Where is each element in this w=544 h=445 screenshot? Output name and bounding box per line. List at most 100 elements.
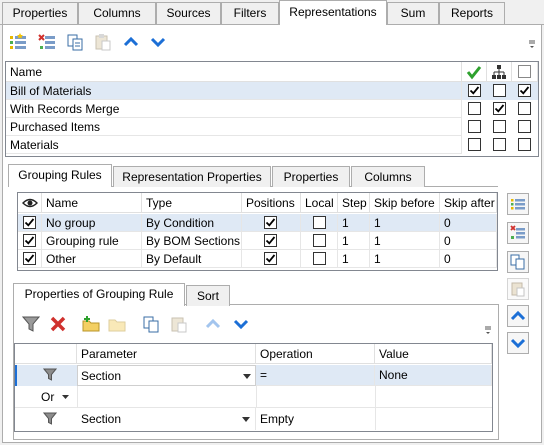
tab-properties-of-grouping-rule[interactable]: Properties of Grouping Rule — [13, 283, 185, 306]
cell-step[interactable]: 1 — [338, 214, 370, 232]
cell-step[interactable]: 1 — [338, 232, 370, 250]
column-header-logic[interactable] — [15, 344, 77, 364]
cell-skip-after[interactable]: 0 — [440, 232, 497, 250]
column-header-operation[interactable]: Operation — [256, 344, 375, 364]
local-checkbox[interactable] — [313, 216, 326, 229]
tab-grouping-rules[interactable]: Grouping Rules — [8, 164, 112, 187]
parameter-dropdown[interactable]: Section — [77, 408, 256, 430]
visible-checkbox[interactable] — [23, 216, 36, 229]
structure-checkbox[interactable] — [493, 120, 506, 133]
parameter-dropdown[interactable]: Section — [77, 365, 256, 386]
column-header-type[interactable]: Type — [142, 193, 242, 213]
column-header-skip-before[interactable]: Skip before — [370, 193, 440, 213]
tab-filters[interactable]: Filters — [221, 2, 279, 24]
column-header-enabled[interactable] — [462, 62, 487, 82]
copy-condition-button[interactable] — [141, 314, 161, 334]
positions-checkbox[interactable] — [264, 216, 277, 229]
tab-sum[interactable]: Sum — [387, 2, 439, 24]
chevron-down-icon — [233, 319, 249, 330]
column-header-value[interactable]: Value — [375, 344, 492, 364]
tab-sources[interactable]: Sources — [156, 2, 221, 24]
positions-checkbox[interactable] — [264, 234, 277, 247]
toolbar-overflow-icon[interactable] — [528, 38, 536, 50]
tab-properties-sub[interactable]: Properties — [272, 166, 350, 187]
cell-type[interactable]: By Condition — [142, 214, 242, 232]
copy-rule-button[interactable] — [507, 251, 529, 273]
column-header-name[interactable]: Name — [42, 193, 142, 213]
table-row-name[interactable]: With Records Merge — [6, 100, 462, 118]
add-rule-button[interactable] — [507, 193, 529, 215]
move-up-button[interactable] — [121, 32, 141, 52]
move-down-button[interactable] — [148, 32, 168, 52]
toolbar-overflow-icon[interactable] — [484, 324, 492, 336]
condition-move-down-button[interactable] — [231, 314, 251, 334]
structure-checkbox[interactable] — [493, 84, 506, 97]
cell-name[interactable]: No group — [42, 214, 142, 232]
tab-columns-sub[interactable]: Columns — [351, 166, 425, 187]
cell-type[interactable]: By Default — [142, 250, 242, 268]
enabled-checkbox[interactable] — [468, 102, 481, 115]
delete-condition-button[interactable] — [48, 314, 68, 334]
operation-cell[interactable]: Empty — [260, 412, 294, 426]
paste-button[interactable] — [93, 32, 113, 52]
cell-skip-before[interactable]: 1 — [370, 214, 440, 232]
value-cell[interactable]: None — [375, 365, 492, 386]
rule-move-down-button[interactable] — [507, 332, 529, 354]
cell-name[interactable]: Other — [42, 250, 142, 268]
tab-representation-properties[interactable]: Representation Properties — [113, 166, 271, 187]
rule-move-up-button[interactable] — [507, 305, 529, 327]
tab-representations[interactable]: Representations — [279, 0, 387, 25]
column-header-positions[interactable]: Positions — [242, 193, 301, 213]
column-header-local[interactable]: Local — [301, 193, 338, 213]
copy-button[interactable] — [65, 32, 85, 52]
operation-cell[interactable]: = — [256, 365, 375, 386]
paste-rule-button[interactable] — [507, 278, 529, 300]
column-header-name[interactable]: Name — [6, 62, 462, 82]
column-header-default[interactable] — [512, 62, 538, 82]
default-checkbox[interactable] — [518, 138, 531, 151]
delete-representation-button[interactable] — [37, 32, 57, 52]
default-checkbox[interactable] — [518, 120, 531, 133]
logic-or-dropdown[interactable]: Or — [41, 390, 69, 404]
column-header-parameter[interactable]: Parameter — [77, 344, 256, 364]
local-checkbox[interactable] — [313, 252, 326, 265]
default-checkbox[interactable] — [518, 84, 531, 97]
visible-checkbox[interactable] — [23, 234, 36, 247]
structure-checkbox[interactable] — [493, 138, 506, 151]
table-row-name[interactable]: Bill of Materials — [6, 82, 462, 100]
column-header-skip-after[interactable]: Skip after — [440, 193, 497, 213]
column-header-structure[interactable] — [487, 62, 512, 82]
cell-name[interactable]: Grouping rule — [42, 232, 142, 250]
structure-checkbox[interactable] — [493, 102, 506, 115]
cell-skip-before[interactable]: 1 — [370, 232, 440, 250]
cell-skip-after[interactable]: 0 — [440, 250, 497, 268]
visible-checkbox[interactable] — [23, 252, 36, 265]
condition-move-up-button[interactable] — [203, 314, 223, 334]
enabled-checkbox[interactable] — [468, 138, 481, 151]
filter-button[interactable] — [21, 314, 41, 334]
local-checkbox[interactable] — [313, 234, 326, 247]
cell-skip-before[interactable]: 1 — [370, 250, 440, 268]
paste-condition-button[interactable] — [169, 314, 189, 334]
tab-sort[interactable]: Sort — [186, 285, 230, 306]
default-checkbox[interactable] — [518, 102, 531, 115]
enabled-checkbox[interactable] — [468, 84, 481, 97]
cell-type[interactable]: By BOM Sections — [142, 232, 242, 250]
tab-columns[interactable]: Columns — [78, 2, 156, 24]
column-header-visible[interactable] — [18, 193, 42, 213]
tab-properties[interactable]: Properties — [2, 2, 78, 24]
tab-reports[interactable]: Reports — [439, 2, 505, 24]
folder-button[interactable] — [107, 314, 127, 334]
enabled-checkbox[interactable] — [468, 120, 481, 133]
positions-checkbox[interactable] — [264, 252, 277, 265]
delete-rule-button[interactable] — [507, 222, 529, 244]
table-row-name[interactable]: Purchased Items — [6, 118, 462, 136]
add-representation-button[interactable] — [8, 32, 28, 52]
cell-skip-after[interactable]: 0 — [440, 214, 497, 232]
table-row[interactable] — [15, 386, 492, 408]
add-folder-button[interactable] — [81, 314, 101, 334]
column-header-step[interactable]: Step — [338, 193, 370, 213]
header-checkbox[interactable] — [518, 65, 531, 78]
cell-step[interactable]: 1 — [338, 250, 370, 268]
table-row-name[interactable]: Materials — [6, 136, 462, 154]
